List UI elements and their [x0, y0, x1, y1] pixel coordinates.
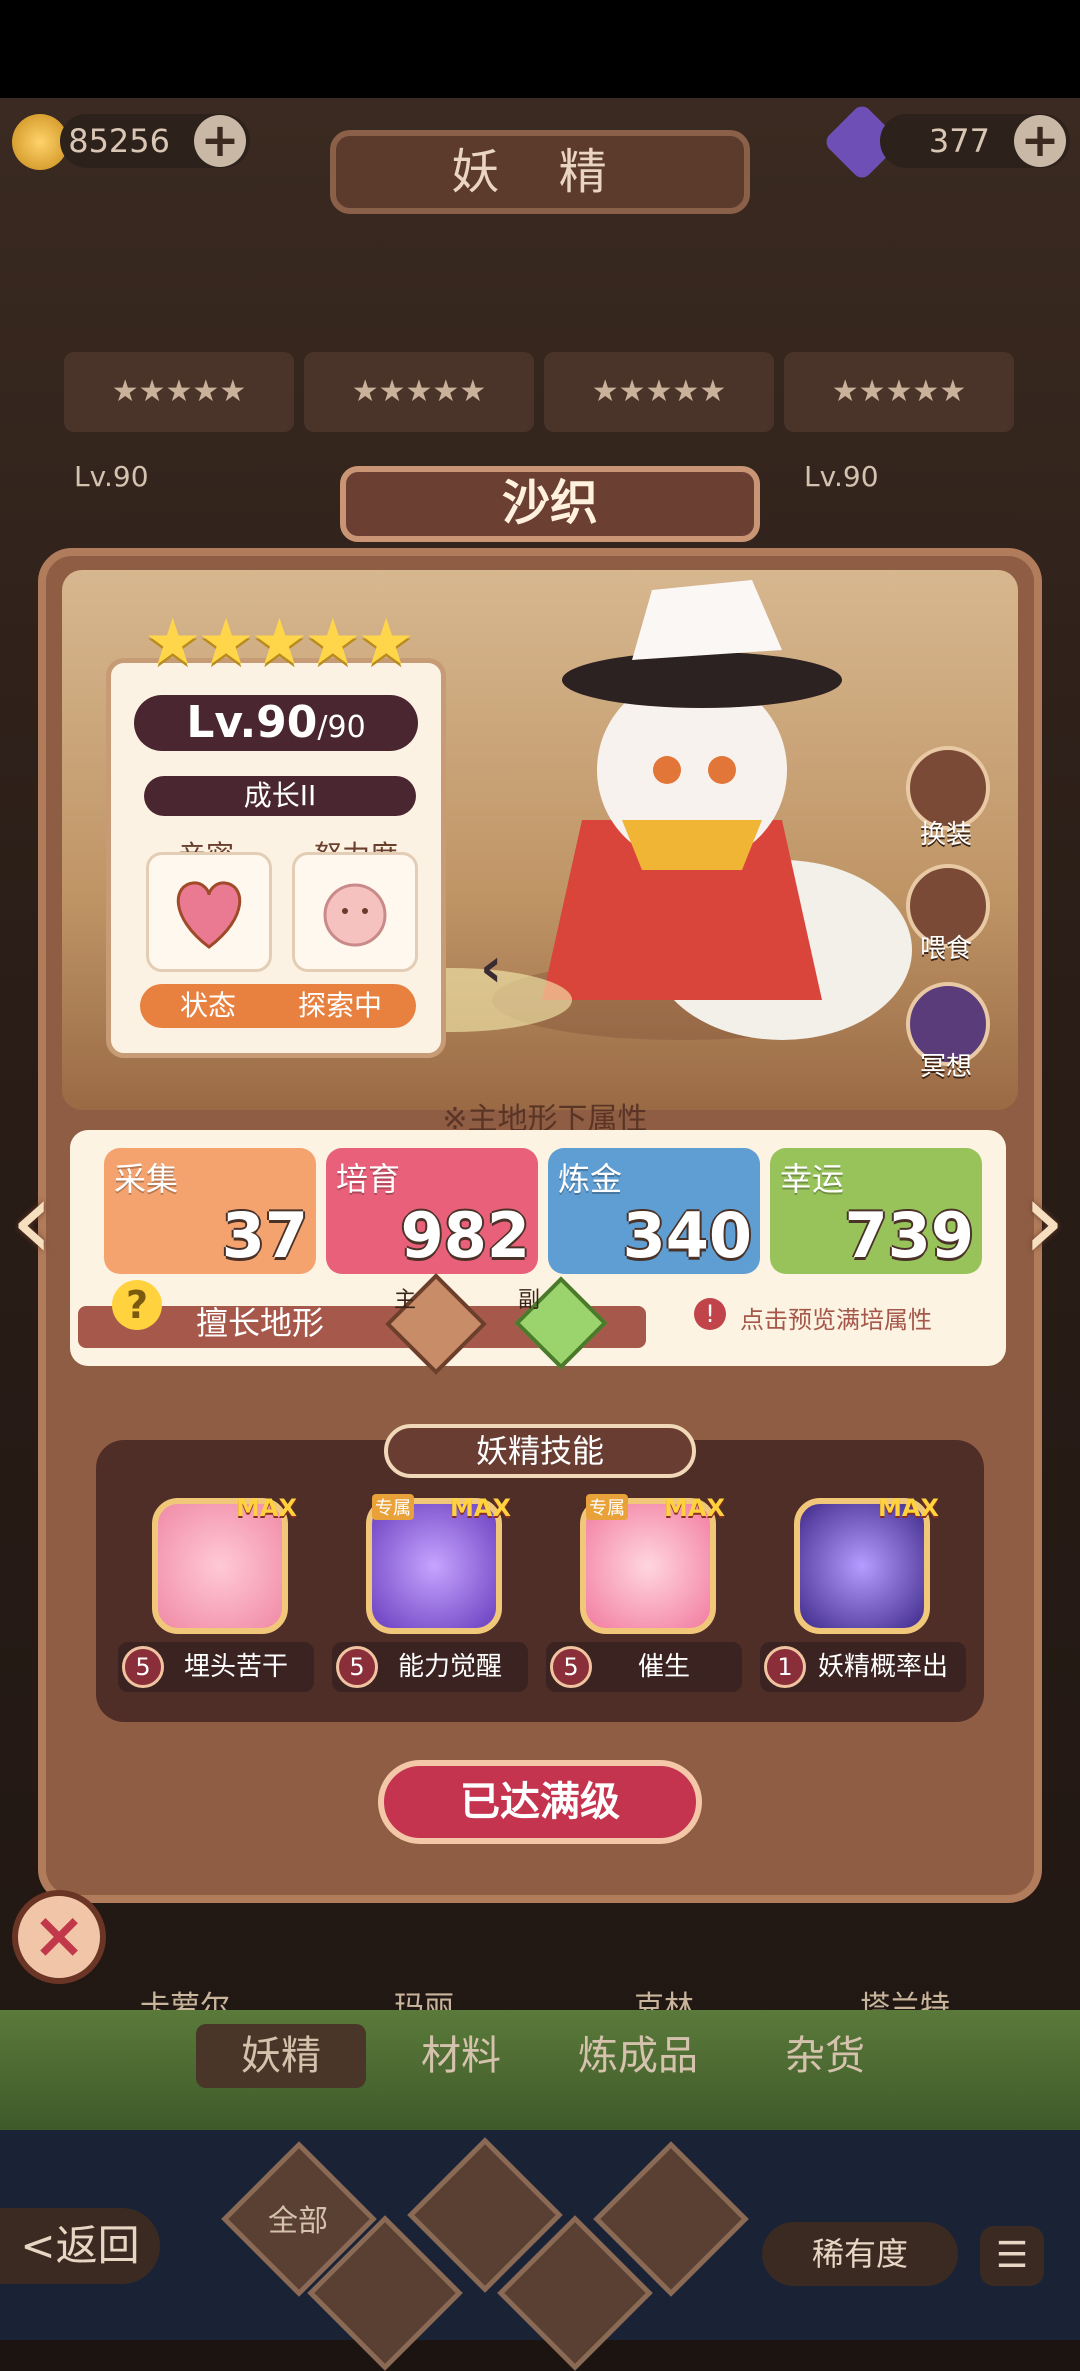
skill-2-level: 5	[336, 1646, 378, 1688]
bg-level-left: Lv.90	[74, 460, 149, 493]
meditate-button[interactable]: 冥想	[896, 1046, 996, 1083]
back-button[interactable]: <返回	[0, 2208, 160, 2284]
tab-materials[interactable]: 材料	[376, 2024, 546, 2088]
alchemy-value: 340	[622, 1199, 752, 1272]
status-bar	[0, 0, 1080, 98]
warning-icon: !	[694, 1298, 726, 1330]
luck-label: 幸运	[780, 1160, 845, 1198]
luck-stat: 幸运 739	[770, 1148, 982, 1274]
skill-2-name: 能力觉醒	[397, 1652, 502, 1682]
bg-level-right: Lv.90	[804, 460, 879, 493]
add-gem-button[interactable]: +	[1014, 115, 1066, 167]
close-button[interactable]: ×	[12, 1890, 106, 1984]
add-gold-button[interactable]: +	[194, 115, 246, 167]
close-icon: ×	[32, 1899, 86, 1973]
feed-button[interactable]: 喂食	[896, 928, 996, 965]
level-badge: Lv.90/90	[134, 695, 418, 751]
nurture-value: 982	[400, 1199, 530, 1272]
nurture-stat: 培育 982	[326, 1148, 538, 1274]
skill-1-name: 埋头苦干	[183, 1652, 288, 1682]
status-label: 状态	[180, 989, 237, 1022]
sub-terrain-tag: 副	[518, 1288, 541, 1313]
max-tag: MAX	[236, 1494, 297, 1522]
growth-badge: 成长II	[144, 776, 416, 816]
skills-title: 妖精技能	[384, 1424, 696, 1478]
gather-stat: 采集 37	[104, 1148, 316, 1274]
gem-amount: 377	[928, 122, 990, 160]
effort-face-icon	[323, 883, 387, 947]
skill-1-level: 5	[122, 1646, 164, 1688]
bg-card: ★★★★★	[544, 352, 774, 432]
status-value: 探索中	[298, 989, 383, 1022]
page-title: 妖 精	[330, 130, 750, 214]
tab-alchemy-products[interactable]: 炼成品	[548, 2024, 728, 2088]
filter-all-label: 全部	[268, 2204, 328, 2239]
skill-3-name: 催生	[637, 1652, 690, 1682]
intimacy-box[interactable]	[146, 852, 272, 972]
luck-value: 739	[844, 1199, 974, 1272]
alchemy-label: 炼金	[558, 1160, 623, 1198]
max-tag: MAX	[450, 1494, 511, 1522]
terrain-label: 擅长地形	[196, 1304, 325, 1342]
level-max: /90	[317, 710, 366, 745]
nurture-label: 培育	[336, 1160, 401, 1198]
max-level-button[interactable]: 已达满级	[378, 1760, 702, 1844]
heart-icon	[176, 881, 242, 949]
alchemy-stat: 炼金 340	[548, 1148, 760, 1274]
gold-amount: 85256	[68, 122, 170, 160]
exclusive-tag: 专属	[372, 1494, 414, 1520]
attribute-header: ※主地形下属性	[442, 1102, 648, 1137]
help-icon[interactable]: ?	[112, 1280, 162, 1330]
effort-box[interactable]	[292, 852, 418, 972]
list-menu-icon[interactable]: ☰	[980, 2226, 1044, 2286]
rarity-sort-button[interactable]: 稀有度	[762, 2222, 958, 2286]
max-tag: MAX	[878, 1494, 939, 1522]
bg-card: ★★★★★	[64, 352, 294, 432]
skill-3-level: 5	[550, 1646, 592, 1688]
main-terrain-tag: 主	[394, 1288, 417, 1313]
prev-fairy-arrow-icon[interactable]: ‹	[4, 1160, 60, 1280]
tab-goods[interactable]: 杂货	[740, 2024, 910, 2088]
dress-button[interactable]: 换装	[896, 814, 996, 851]
star-rating: ★★★★★	[144, 606, 415, 680]
skill-4-name: 妖精概率出	[817, 1652, 948, 1682]
level-value: Lv.90	[186, 697, 318, 748]
next-fairy-arrow-icon[interactable]: ›	[1016, 1160, 1072, 1280]
max-tag: MAX	[664, 1494, 725, 1522]
status-pill: 状态 探索中	[140, 984, 416, 1028]
tab-fairy[interactable]: 妖精	[196, 2024, 366, 2088]
gather-value: 37	[221, 1199, 308, 1272]
fairy-name: 沙织	[340, 466, 760, 542]
bg-card: ★★★★★	[784, 352, 1014, 432]
collapse-chevron-icon[interactable]: ‹	[480, 936, 502, 999]
bg-card: ★★★★★	[304, 352, 534, 432]
exclusive-tag: 专属	[586, 1494, 628, 1520]
skill-4-level: 1	[764, 1646, 806, 1688]
gather-label: 采集	[114, 1160, 179, 1198]
preview-hint[interactable]: 点击预览满培属性	[740, 1300, 932, 1335]
